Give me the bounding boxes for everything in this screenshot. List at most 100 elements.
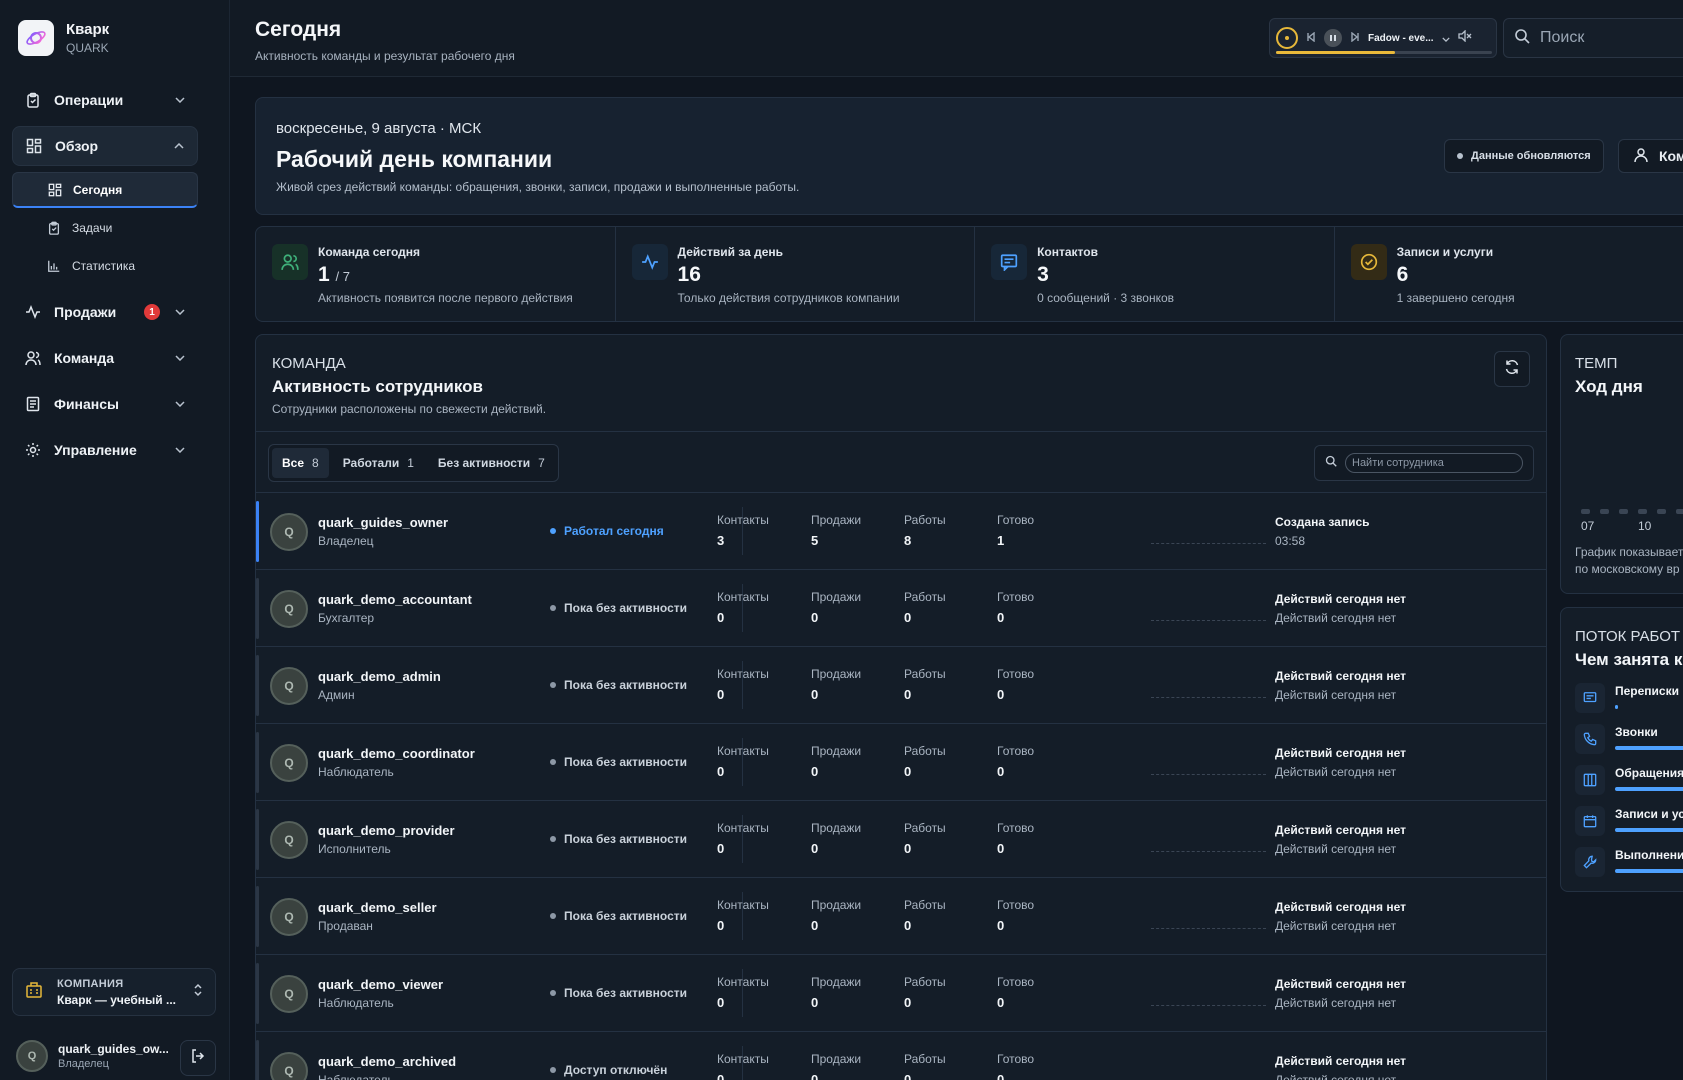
company-switcher[interactable]: КОМПАНИЯ Кварк — учебный ...	[12, 968, 216, 1016]
sidebar-item-label: Статистика	[72, 259, 136, 273]
flow-item-requests[interactable]: Обращения	[1575, 763, 1683, 799]
last-action: Действий сегодня нет	[1275, 592, 1406, 606]
metric-works: Работы 0	[904, 667, 946, 702]
employee-search-input[interactable]	[1345, 453, 1523, 473]
refresh-button[interactable]	[1494, 351, 1530, 387]
phone-icon	[1575, 724, 1605, 754]
metric-contacts: Контакты 0	[717, 975, 769, 1010]
divider	[256, 431, 1546, 432]
brand-logo-icon	[18, 20, 54, 56]
flow-item-bookings[interactable]: Записи и ус	[1575, 804, 1683, 840]
table-row[interactable]: Qquark_demo_provider Исполнитель Пока без …	[256, 801, 1546, 878]
table-row[interactable]: Qquark_demo_seller Продаван Пока без актив…	[256, 878, 1546, 955]
grid-icon	[25, 137, 43, 155]
last-action: Действий сегодня нет	[1275, 900, 1406, 914]
stat-title: Записи и услуги	[1396, 245, 1494, 259]
notification-badge: 1	[144, 304, 160, 320]
metric-done: Готово 0	[997, 667, 1035, 702]
last-action-time: Действий сегодня нет	[1275, 842, 1397, 856]
global-search[interactable]: Поиск	[1503, 18, 1683, 58]
page-subtitle: Активность команды и результат рабочего …	[255, 49, 515, 63]
stat-value: 16	[677, 263, 701, 286]
chevron-down-icon	[174, 444, 186, 456]
status-badge: Пока без активности	[550, 832, 687, 846]
stat-title: Команда сегодня	[318, 245, 420, 259]
nav-item-team[interactable]: Команда	[12, 338, 198, 378]
activity-sparkline	[1151, 543, 1266, 544]
sidebar-item-today[interactable]: Сегодня	[12, 172, 198, 208]
employee-name: quark_guides_owner	[318, 515, 449, 530]
disc-icon[interactable]	[1276, 27, 1298, 49]
flow-label: Обращения	[1615, 766, 1683, 780]
flow-item-calls[interactable]: Звонки	[1575, 722, 1683, 758]
flow-label: Переписки	[1615, 684, 1679, 698]
mute-icon[interactable]	[1457, 29, 1472, 47]
metric-works: Работы 0	[904, 975, 946, 1010]
tempo-bar	[1657, 509, 1666, 514]
status-badge: Пока без активности	[550, 986, 687, 1000]
next-icon[interactable]	[1350, 29, 1360, 47]
sidebar-item-stats[interactable]: Статистика	[12, 248, 198, 284]
last-action-time: Действий сегодня нет	[1275, 611, 1397, 625]
tempo-bar	[1581, 509, 1590, 514]
clipboard-icon	[24, 91, 42, 109]
metric-sales: Продажи 0	[811, 1052, 862, 1080]
metric-contacts: Контакты 0	[717, 821, 769, 856]
employee-name: quark_demo_provider	[318, 823, 455, 838]
chevron-down-icon	[174, 306, 186, 318]
grid-icon	[47, 182, 63, 198]
employee-name: quark_demo_seller	[318, 900, 437, 915]
previous-icon[interactable]	[1306, 29, 1316, 47]
activity-icon	[631, 244, 668, 280]
team-button[interactable]: Ком	[1618, 139, 1683, 173]
clipboard-check-icon	[46, 220, 62, 236]
employee-role: Бухгалтер	[318, 611, 375, 625]
flow-bar	[1615, 705, 1619, 709]
metric-contacts: Контакты 0	[717, 898, 769, 933]
nav-item-overview[interactable]: Обзор	[12, 126, 198, 166]
pause-icon[interactable]	[1324, 29, 1342, 47]
metric-works: Работы 0	[904, 1052, 946, 1080]
section-title: Чем занята к	[1575, 650, 1683, 669]
avatar: Q	[270, 513, 308, 551]
metric-sales: Продажи 0	[811, 590, 862, 625]
last-action: Действий сегодня нет	[1275, 669, 1406, 683]
chevron-down-icon[interactable]	[1441, 29, 1450, 47]
tempo-tick: 10	[1638, 519, 1652, 533]
logout-button[interactable]	[180, 1040, 216, 1076]
user-name: quark_guides_ow...	[58, 1042, 168, 1056]
nav-item-finance[interactable]: Финансы	[12, 384, 198, 424]
table-row[interactable]: Qquark_demo_coordinator Наблюдатель Пока б…	[256, 724, 1546, 801]
hero-title: Рабочий день компании	[276, 146, 553, 172]
last-action-time: Действий сегодня нет	[1275, 1073, 1397, 1080]
table-row[interactable]: Qquark_demo_accountant Бухгалтер Пока без …	[256, 570, 1546, 647]
filter-tab-all[interactable]: Все 8	[272, 448, 329, 478]
section-kicker: КОМАНДА	[272, 355, 346, 372]
nav-item-operations[interactable]: Операции	[12, 80, 198, 120]
table-row[interactable]: Qquark_guides_owner Владелец Работал сегод…	[256, 493, 1546, 570]
track-progress-bar[interactable]	[1276, 51, 1492, 54]
activity-sparkline	[1151, 928, 1266, 929]
flow-item-chats[interactable]: Переписки	[1575, 681, 1683, 717]
metric-done: Готово 0	[997, 975, 1035, 1010]
users-icon	[272, 244, 308, 280]
brand[interactable]: Кварк QUARK	[18, 20, 109, 56]
status-badge: Пока без активности	[550, 755, 687, 769]
status-dot-icon	[550, 759, 556, 765]
table-row[interactable]: Qquark_demo_archived Наблюдатель Доступ от…	[256, 1032, 1546, 1080]
table-row[interactable]: Qquark_demo_admin Админ Пока без активност…	[256, 647, 1546, 724]
section-title: Активность сотрудников	[272, 377, 483, 396]
brand-sub: QUARK	[66, 41, 109, 55]
avatar: Q	[270, 975, 308, 1013]
table-row[interactable]: Qquark_demo_viewer Наблюдатель Пока без ак…	[256, 955, 1546, 1032]
last-action-time: Действий сегодня нет	[1275, 919, 1397, 933]
filter-tab-inactive[interactable]: Без активности 7	[428, 448, 555, 478]
metric-contacts: Контакты 0	[717, 667, 769, 702]
flow-item-completed[interactable]: Выполнени	[1575, 845, 1683, 881]
nav-item-management[interactable]: Управление	[12, 430, 198, 470]
avatar: Q	[270, 590, 308, 628]
filter-tab-worked[interactable]: Работали 1	[333, 448, 424, 478]
nav-item-sales[interactable]: Продажи 1	[12, 292, 198, 332]
employee-search	[1314, 445, 1534, 481]
sidebar-item-tasks[interactable]: Задачи	[12, 210, 198, 246]
